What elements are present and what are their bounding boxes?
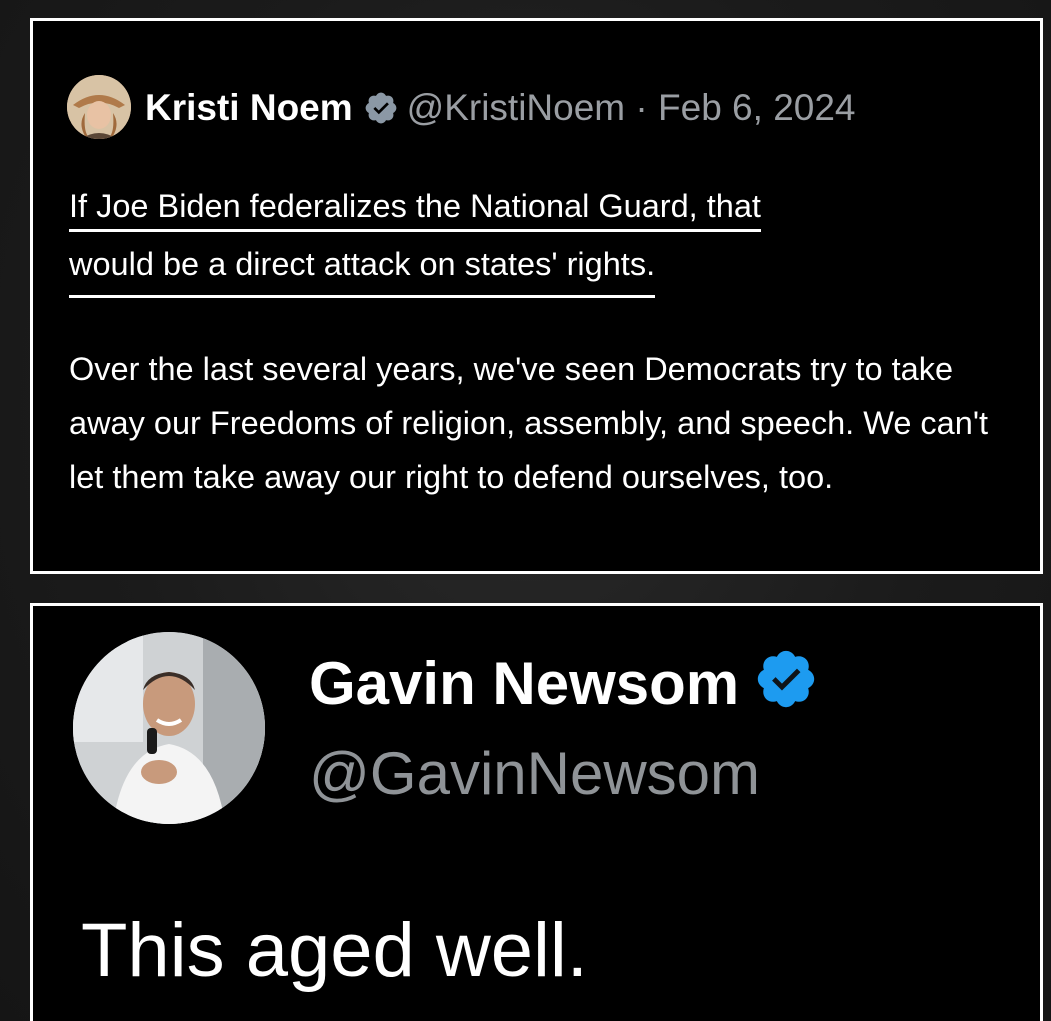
author-handle-and-date[interactable]: @KristiNoem · Feb 6, 2024 [407, 87, 856, 128]
tweet-paragraph-2: Over the last several years, we've seen … [69, 351, 989, 495]
tweet-body: If Joe Biden federalizes the National Gu… [69, 179, 1019, 504]
verified-badge-icon [753, 646, 819, 730]
quoted-tweet-card[interactable]: Kristi Noem @KristiNoem · Feb 6, 2024 If … [30, 18, 1043, 574]
kristi-noem-avatar[interactable] [67, 75, 131, 139]
gavin-newsom-avatar[interactable] [73, 632, 265, 824]
verified-badge-icon [363, 90, 399, 137]
underlined-line-1: If Joe Biden federalizes the National Gu… [69, 183, 761, 232]
avatar-image [67, 75, 131, 139]
author-name[interactable]: Kristi Noem [145, 87, 353, 128]
author-name-line: Gavin Newsom [309, 646, 819, 730]
reply-tweet-card[interactable]: Gavin Newsom @GavinNewsom This aged well… [30, 603, 1043, 1021]
underlined-line-2: would be a direct attack on states' righ… [69, 241, 656, 298]
tweet-header: Kristi Noem @KristiNoem · Feb 6, 2024 [145, 85, 856, 137]
avatar-image [73, 632, 265, 824]
author-handle[interactable]: @GavinNewsom [309, 736, 760, 812]
tweet-body: This aged well. [81, 908, 588, 993]
author-name[interactable]: Gavin Newsom [309, 650, 739, 717]
